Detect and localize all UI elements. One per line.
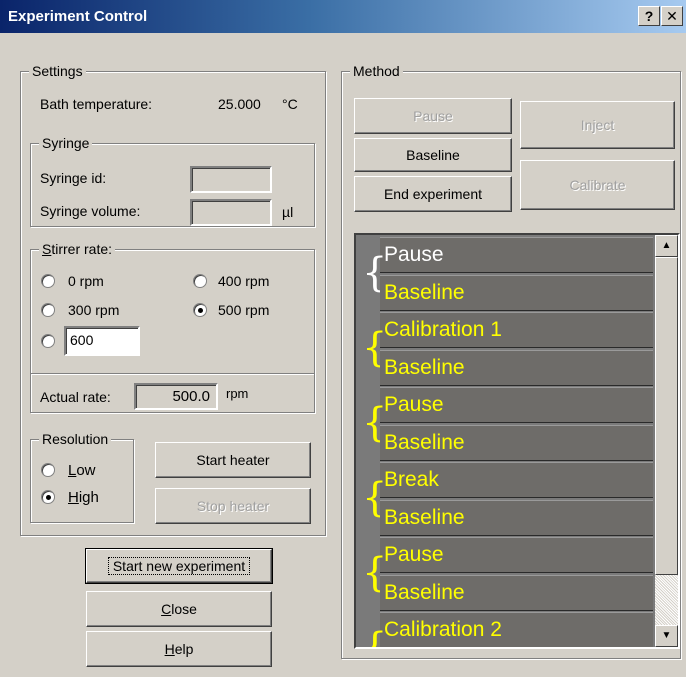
method-step-row[interactable]: Pause (380, 537, 653, 573)
close-button[interactable]: Close (86, 591, 272, 627)
method-step-row[interactable]: Baseline (380, 574, 653, 611)
calibrate-button[interactable]: Calibrate (520, 160, 675, 210)
pause-button[interactable]: Pause (354, 98, 512, 134)
step-pair-brace: { (362, 550, 388, 596)
syringe-volume-label: Syringe volume: (40, 203, 141, 219)
syringe-id-label: Syringe id: (40, 170, 107, 186)
actual-rate-unit: rpm (226, 386, 249, 401)
stirrer-custom-value: 600 (70, 332, 94, 348)
syringe-legend: Syringe (39, 135, 93, 151)
syringe-volume-field[interactable] (190, 199, 272, 226)
scroll-up-icon[interactable]: ▲ (655, 235, 678, 257)
help-icon[interactable]: ? (638, 6, 660, 26)
syringe-volume-unit: µl (282, 204, 294, 220)
start-new-experiment-button[interactable]: Start new experiment (85, 548, 273, 584)
end-experiment-button[interactable]: End experiment (354, 176, 512, 212)
stirrer-0rpm-label[interactable]: 0 rpm (68, 273, 104, 289)
method-step-row[interactable]: Pause (380, 237, 653, 273)
bath-temperature-label: Bath temperature: (40, 96, 153, 112)
method-step-row[interactable]: Baseline (380, 499, 653, 536)
stop-heater-button[interactable]: Stop heater (155, 488, 311, 524)
step-pair-brace: { (362, 625, 388, 649)
resolution-legend: Resolution (39, 431, 112, 447)
method-step-row[interactable]: Calibration 2 (380, 612, 653, 647)
resolution-high-radio[interactable] (41, 490, 55, 504)
step-pair-brace: { (362, 400, 388, 446)
bath-temperature-value: 25.000 (218, 96, 261, 112)
scroll-down-icon[interactable]: ▼ (655, 625, 678, 647)
method-legend: Method (350, 63, 403, 79)
stirrer-rate-legend: Stirrer rate: (39, 241, 116, 257)
stirrer-400rpm-radio[interactable] (193, 274, 207, 288)
step-pair-brace: { (362, 475, 388, 521)
baseline-button[interactable]: Baseline (354, 138, 512, 172)
method-step-row[interactable]: Baseline (380, 424, 653, 461)
inject-button[interactable]: Inject (520, 101, 675, 149)
settings-legend: Settings (29, 63, 86, 79)
method-list-scrollbar[interactable]: ▲ ▼ (655, 235, 678, 647)
actual-rate-field: 500.0 (134, 383, 218, 410)
actual-rate-label: Actual rate: (40, 389, 111, 405)
syringe-id-field[interactable] (190, 166, 272, 193)
method-step-row[interactable]: Pause (380, 387, 653, 423)
stirrer-500rpm-radio[interactable] (193, 303, 207, 317)
stirrer-500rpm-label[interactable]: 500 rpm (218, 302, 269, 318)
help-button[interactable]: Help (86, 631, 272, 667)
resolution-group: Resolution (30, 431, 134, 523)
start-new-experiment-label: Start new experiment (107, 557, 251, 575)
method-step-row[interactable]: Calibration 1 (380, 312, 653, 348)
method-step-row[interactable]: Baseline (380, 349, 653, 386)
stirrer-300rpm-radio[interactable] (41, 303, 55, 317)
method-steps-list[interactable]: Pause{Baseline Calibration 1{Baseline Paus… (354, 233, 680, 649)
resolution-high-label[interactable]: High (68, 489, 99, 506)
scrollbar-thumb[interactable] (655, 257, 678, 575)
resolution-low-radio[interactable] (41, 463, 55, 477)
stirrer-custom-radio[interactable] (41, 334, 55, 348)
method-step-row[interactable]: Break (380, 462, 653, 498)
window-title: Experiment Control (8, 8, 148, 25)
stirrer-300rpm-label[interactable]: 300 rpm (68, 302, 119, 318)
bath-temperature-unit: °C (282, 96, 298, 112)
step-pair-brace: { (362, 325, 388, 371)
step-pair-brace: { (362, 250, 388, 296)
stirrer-custom-input[interactable]: 600 (64, 326, 140, 356)
actual-rate-value: 500.0 (172, 388, 210, 405)
method-step-row[interactable]: Baseline (380, 274, 653, 311)
close-icon[interactable]: ✕ (661, 6, 683, 26)
start-heater-button[interactable]: Start heater (155, 442, 311, 478)
title-bar: Experiment Control ? ✕ (0, 0, 686, 33)
resolution-low-label[interactable]: Low (68, 462, 96, 479)
stirrer-400rpm-label[interactable]: 400 rpm (218, 273, 269, 289)
stirrer-0rpm-radio[interactable] (41, 274, 55, 288)
